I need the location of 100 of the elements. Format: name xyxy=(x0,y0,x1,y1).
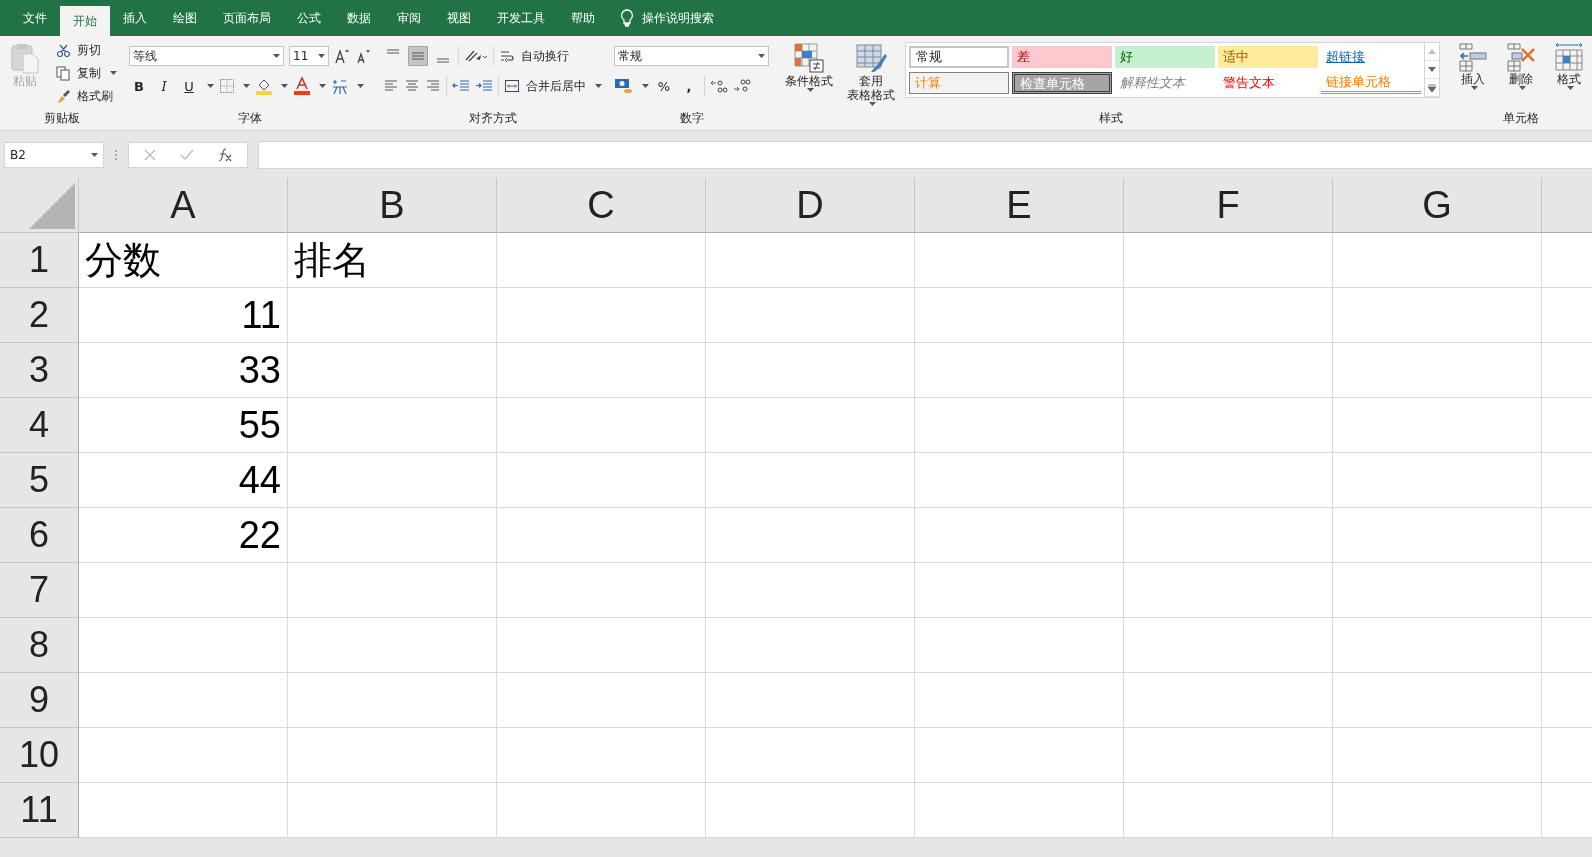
row-header[interactable]: 3 xyxy=(0,343,79,398)
caret-icon[interactable] xyxy=(758,54,765,58)
spreadsheet-cell[interactable] xyxy=(1333,508,1542,563)
tell-me-search[interactable]: 操作说明搜索 xyxy=(620,0,714,36)
spreadsheet-cell[interactable] xyxy=(497,618,706,673)
spreadsheet-cell[interactable] xyxy=(497,453,706,508)
spreadsheet-cell[interactable] xyxy=(497,233,706,288)
spreadsheet-cell[interactable] xyxy=(915,343,1124,398)
close-icon[interactable] xyxy=(143,147,157,162)
spreadsheet-cell[interactable] xyxy=(1333,618,1542,673)
decrease-decimal-icon[interactable] xyxy=(733,78,751,94)
name-box[interactable]: B2 xyxy=(4,141,104,168)
font-name-dropdown[interactable]: 等线 xyxy=(129,46,284,66)
checkmark-icon[interactable] xyxy=(179,147,195,162)
ribbon-tab[interactable]: 视图 xyxy=(434,0,484,36)
spreadsheet-cell[interactable]: 22 xyxy=(79,508,288,563)
spreadsheet-cell[interactable]: 55 xyxy=(79,398,288,453)
font-color-icon[interactable] xyxy=(293,77,311,95)
spreadsheet-cell[interactable] xyxy=(288,508,497,563)
spreadsheet-cell[interactable] xyxy=(1333,563,1542,618)
font-size-dropdown[interactable]: 11 xyxy=(289,46,329,66)
spreadsheet-cell[interactable]: 44 xyxy=(79,453,288,508)
number-format-dropdown[interactable]: 常规 xyxy=(614,46,769,66)
spreadsheet-cell[interactable]: 11 xyxy=(79,288,288,343)
column-header[interactable]: D xyxy=(706,178,915,233)
caret-icon[interactable] xyxy=(1519,86,1526,90)
orientation-icon[interactable] xyxy=(464,48,488,64)
caret-icon[interactable] xyxy=(1471,86,1478,90)
column-header[interactable]: A xyxy=(79,178,288,233)
phonetic-guide-icon[interactable] xyxy=(331,77,349,95)
caret-icon[interactable] xyxy=(91,152,98,157)
spreadsheet-cell[interactable] xyxy=(706,453,915,508)
spreadsheet-cell[interactable] xyxy=(1124,233,1333,288)
row-header[interactable]: 6 xyxy=(0,508,79,563)
ribbon-tab[interactable]: 开发工具 xyxy=(484,0,558,36)
ribbon-tab[interactable]: 绘图 xyxy=(160,0,210,36)
row-header[interactable]: 11 xyxy=(0,783,79,838)
row-header[interactable]: 1 xyxy=(0,233,79,288)
select-all-button[interactable] xyxy=(0,178,79,233)
wrap-text-button[interactable]: 自动换行 xyxy=(499,46,569,66)
vertical-align-button[interactable] xyxy=(408,46,428,66)
cut-button[interactable]: 剪切 xyxy=(56,40,117,60)
spreadsheet-cell[interactable] xyxy=(1333,673,1542,728)
function-icon[interactable] xyxy=(217,147,233,162)
spreadsheet-cell[interactable] xyxy=(1333,783,1542,838)
increase-indent-icon[interactable] xyxy=(475,78,493,94)
caret-icon[interactable] xyxy=(281,84,288,88)
caret-icon[interactable] xyxy=(318,54,325,58)
row-header[interactable]: 8 xyxy=(0,618,79,673)
cell-style[interactable]: 差 xyxy=(1012,46,1112,68)
caret-icon[interactable] xyxy=(357,84,364,88)
caret-icon[interactable] xyxy=(243,84,250,88)
align-center-icon[interactable] xyxy=(404,78,420,94)
ribbon-tab[interactable]: 插入 xyxy=(110,0,160,36)
increase-decimal-icon[interactable] xyxy=(710,78,728,94)
spreadsheet-cell[interactable] xyxy=(288,288,497,343)
spreadsheet-cell[interactable] xyxy=(1124,563,1333,618)
row-header[interactable]: 5 xyxy=(0,453,79,508)
spreadsheet-cell[interactable] xyxy=(288,563,497,618)
spreadsheet-cell[interactable] xyxy=(706,288,915,343)
caret-icon[interactable] xyxy=(319,84,326,88)
borders-icon[interactable] xyxy=(219,78,235,94)
format-painter-button[interactable]: 格式刷 xyxy=(56,86,117,106)
spreadsheet-cell[interactable] xyxy=(288,783,497,838)
spreadsheet-cell[interactable] xyxy=(1333,343,1542,398)
spreadsheet-cell[interactable] xyxy=(79,728,288,783)
decrease-indent-icon[interactable] xyxy=(452,78,470,94)
caret-icon[interactable] xyxy=(642,84,649,88)
caret-icon[interactable] xyxy=(1567,86,1574,90)
shrink-font-icon[interactable] xyxy=(355,48,371,64)
spreadsheet-cell[interactable] xyxy=(915,618,1124,673)
underline-button[interactable]: U xyxy=(179,76,199,96)
spreadsheet-cell[interactable] xyxy=(1333,728,1542,783)
column-header[interactable]: F xyxy=(1124,178,1333,233)
column-header[interactable]: B xyxy=(288,178,497,233)
spreadsheet-cell[interactable] xyxy=(915,673,1124,728)
cell-style[interactable]: 常规 xyxy=(909,46,1009,68)
spreadsheet-cell[interactable] xyxy=(915,233,1124,288)
caret-icon[interactable] xyxy=(273,54,280,58)
spreadsheet-cell[interactable] xyxy=(1124,508,1333,563)
ribbon-tab[interactable]: 公式 xyxy=(284,0,334,36)
row-header[interactable]: 9 xyxy=(0,673,79,728)
spreadsheet-cell[interactable] xyxy=(1124,673,1333,728)
format-as-table-button[interactable]: 套用 表格格式 xyxy=(843,40,899,108)
align-right-icon[interactable] xyxy=(425,78,441,94)
spreadsheet-cell[interactable] xyxy=(915,508,1124,563)
caret-icon[interactable] xyxy=(595,84,602,88)
bold-button[interactable]: B xyxy=(129,76,149,96)
fill-color-icon[interactable] xyxy=(255,77,273,95)
spreadsheet-cell[interactable] xyxy=(497,783,706,838)
spreadsheet-cell[interactable]: 分数 xyxy=(79,233,288,288)
spreadsheet-cell[interactable] xyxy=(915,728,1124,783)
row-header[interactable]: 7 xyxy=(0,563,79,618)
spreadsheet-cell[interactable] xyxy=(1124,453,1333,508)
cell-style[interactable]: 好 xyxy=(1115,46,1215,68)
column-header[interactable]: C xyxy=(497,178,706,233)
spreadsheet-cell[interactable] xyxy=(497,288,706,343)
row-header[interactable]: 2 xyxy=(0,288,79,343)
spreadsheet-cell[interactable] xyxy=(915,563,1124,618)
row-header[interactable]: 4 xyxy=(0,398,79,453)
